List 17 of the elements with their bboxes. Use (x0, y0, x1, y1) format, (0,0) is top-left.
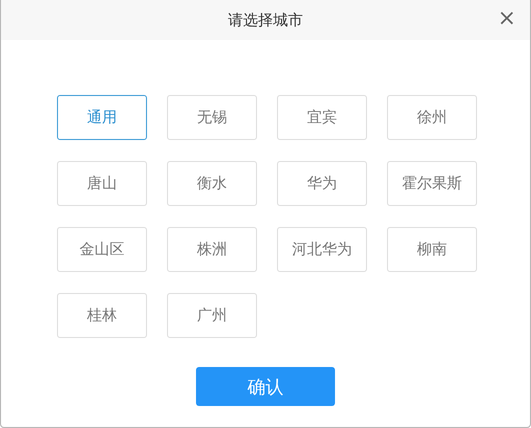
city-option[interactable]: 金山区 (57, 227, 147, 272)
close-button[interactable]: × (498, 8, 516, 30)
city-option[interactable]: 霍尔果斯 (387, 161, 477, 206)
city-option[interactable]: 河北华为 (277, 227, 367, 272)
city-option[interactable]: 柳南 (387, 227, 477, 272)
dialog-title: 请选择城市 (228, 10, 303, 30)
city-option[interactable]: 唐山 (57, 161, 147, 206)
confirm-button[interactable]: 确认 (196, 367, 335, 406)
city-option[interactable]: 华为 (277, 161, 367, 206)
city-option[interactable]: 广州 (167, 293, 257, 338)
city-option[interactable]: 通用 (57, 95, 147, 140)
city-option[interactable]: 桂林 (57, 293, 147, 338)
city-option[interactable]: 株洲 (167, 227, 257, 272)
city-option[interactable]: 衡水 (167, 161, 257, 206)
city-option[interactable]: 宜宾 (277, 95, 367, 140)
city-option[interactable]: 无锡 (167, 95, 257, 140)
city-option[interactable]: 徐州 (387, 95, 477, 140)
